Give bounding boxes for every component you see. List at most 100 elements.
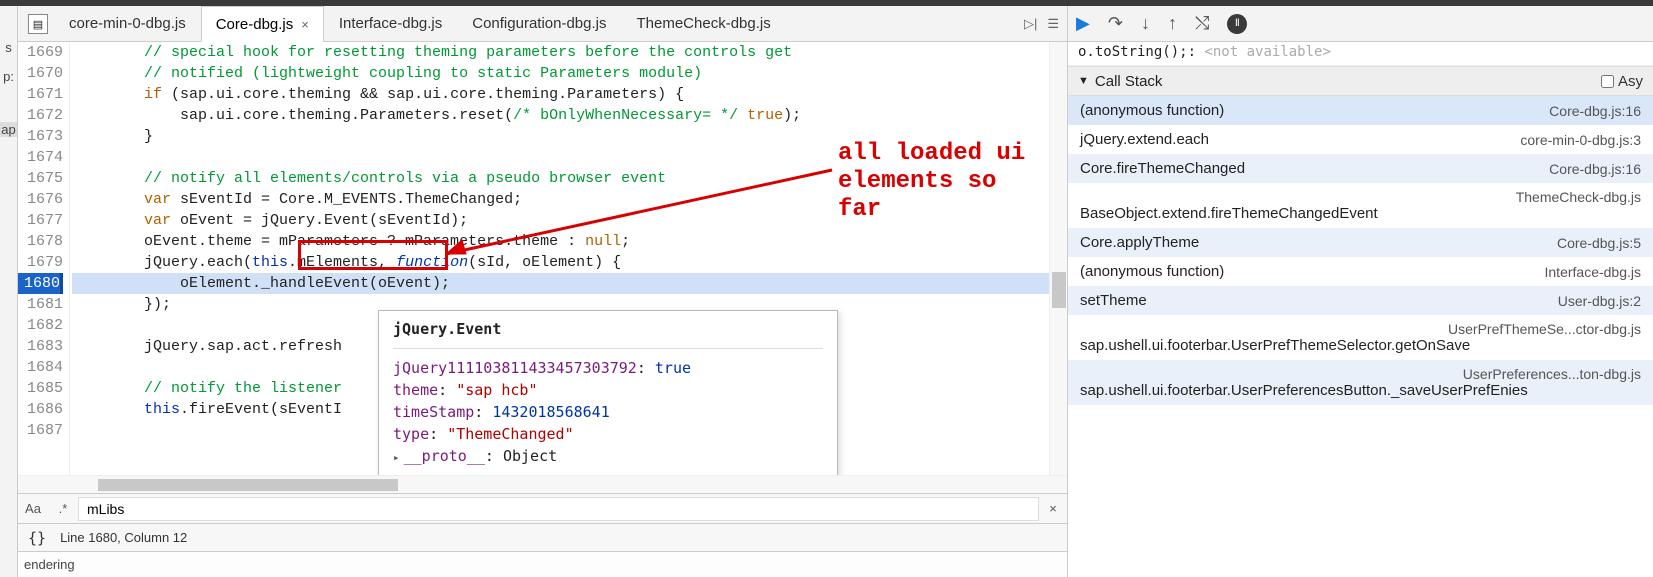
- close-search-icon[interactable]: ×: [1039, 501, 1067, 516]
- resume-icon[interactable]: ▶: [1076, 13, 1090, 34]
- search-input[interactable]: [78, 497, 1039, 521]
- pretty-print-icon[interactable]: {}: [28, 529, 46, 547]
- tooltip-more-icon[interactable]: ▸: [393, 473, 823, 475]
- sidebar-label: ap: [0, 122, 16, 137]
- search-bar: Aa .* ×: [18, 493, 1067, 523]
- collapse-icon[interactable]: ▼: [1078, 75, 1089, 87]
- horizontal-scrollbar[interactable]: [18, 475, 1067, 493]
- tooltip-value: "sap hcb": [456, 381, 537, 399]
- frame-src: UserPreferences...ton-dbg.js: [1463, 366, 1641, 382]
- tab-themecheck[interactable]: ThemeCheck-dbg.js: [622, 6, 786, 41]
- code-text: // special hook for resetting theming pa…: [72, 44, 792, 61]
- code-text: [72, 191, 144, 208]
- vertical-scrollbar[interactable]: [1049, 42, 1067, 475]
- frame-src: Core-dbg.js:16: [1549, 161, 1641, 177]
- line-number: 1683: [18, 336, 63, 357]
- line-number: 1686: [18, 399, 63, 420]
- frame-fn: setTheme: [1080, 292, 1147, 309]
- code-text-current: oElement._handleEvent(oEvent);: [72, 275, 450, 292]
- tab-doc-icon[interactable]: ▤: [28, 14, 48, 34]
- list-icon[interactable]: ☰: [1047, 16, 1059, 32]
- code-text: [72, 86, 144, 103]
- tab-interface[interactable]: Interface-dbg.js: [324, 6, 457, 41]
- scrollbar-thumb[interactable]: [98, 479, 398, 491]
- code-text: });: [72, 296, 171, 313]
- tab-core-dbg[interactable]: Core-dbg.js ×: [201, 6, 324, 42]
- stack-frame[interactable]: (anonymous function) Core-dbg.js:16: [1068, 96, 1653, 125]
- tooltip-key: timeStamp: [393, 403, 474, 421]
- stack-frame[interactable]: setTheme User-dbg.js:2: [1068, 286, 1653, 315]
- line-number: 1673: [18, 126, 63, 147]
- code-text: // notify the listener: [72, 380, 342, 397]
- step-out-icon[interactable]: ↑: [1168, 13, 1177, 34]
- line-number: 1677: [18, 210, 63, 231]
- async-checkbox[interactable]: [1601, 75, 1614, 88]
- stack-frame[interactable]: jQuery.extend.each core-min-0-dbg.js:3: [1068, 125, 1653, 154]
- code-text: sap.ui.core.theming.Parameters.reset(: [72, 107, 513, 124]
- code-text: [72, 401, 144, 418]
- case-sensitive-toggle[interactable]: Aa: [18, 501, 48, 516]
- tooltip-value: Object: [503, 447, 557, 465]
- code-text: this: [252, 254, 288, 271]
- code-text: (sap.ui.core.theming && sap.ui.core.them…: [162, 86, 684, 103]
- watch-expression[interactable]: o.toString();: <not available>: [1068, 42, 1653, 66]
- code-text: var: [144, 191, 171, 208]
- frame-src: User-dbg.js:2: [1558, 293, 1641, 309]
- frame-src: UserPrefThemeSe...ctor-dbg.js: [1448, 321, 1641, 337]
- line-number: 1672: [18, 105, 63, 126]
- code-text: oEvent = jQuery.Event(sEventId);: [171, 212, 468, 229]
- hover-tooltip: jQuery.Event jQuery111103811433457303792…: [378, 310, 838, 475]
- debugger-toolbar: ▶ ↷ ↓ ↑ ⤭ Ⅱ: [1068, 6, 1653, 42]
- code-text: }: [72, 128, 153, 145]
- close-tab-icon[interactable]: ×: [301, 17, 309, 32]
- frame-src: Core-dbg.js:16: [1549, 103, 1641, 119]
- code-text: [738, 107, 747, 124]
- tab-label: Configuration-dbg.js: [472, 15, 606, 32]
- callstack-list: (anonymous function) Core-dbg.js:16 jQue…: [1068, 96, 1653, 405]
- sidebar-label: s: [5, 40, 12, 55]
- async-label: Asy: [1618, 73, 1643, 90]
- stack-frame[interactable]: UserPreferences...ton-dbg.js sap.ushell.…: [1068, 360, 1653, 405]
- deactivate-breakpoints-icon[interactable]: ⤭: [1195, 13, 1209, 34]
- regex-toggle[interactable]: .*: [48, 501, 78, 516]
- line-number: 1675: [18, 168, 63, 189]
- tab-core-min[interactable]: core-min-0-dbg.js: [54, 6, 201, 41]
- console-tab-strip[interactable]: endering: [18, 551, 1067, 577]
- line-number: 1679: [18, 252, 63, 273]
- skip-end-icon[interactable]: ▷|: [1024, 16, 1037, 32]
- stack-frame[interactable]: UserPrefThemeSe...ctor-dbg.js sap.ushell…: [1068, 315, 1653, 360]
- code-text: if: [144, 86, 162, 103]
- code-text: this: [144, 401, 180, 418]
- code-text: .fireEvent(sEventI: [180, 401, 342, 418]
- stack-frame[interactable]: Core.applyTheme Core-dbg.js:5: [1068, 228, 1653, 257]
- code-text: true: [747, 107, 783, 124]
- line-number: 1682: [18, 315, 63, 336]
- frame-fn: sap.ushell.ui.footerbar.UserPreferencesB…: [1080, 382, 1528, 399]
- frame-fn: jQuery.extend.each: [1080, 131, 1209, 148]
- code-text: var: [144, 212, 171, 229]
- annotation-text: all loaded ui elements so far: [838, 140, 1025, 224]
- panel-label: endering: [24, 557, 75, 572]
- scrollbar-thumb[interactable]: [1052, 272, 1066, 308]
- debugger-panel: ▶ ↷ ↓ ↑ ⤭ Ⅱ o.toString();: <not availabl…: [1068, 6, 1653, 577]
- tooltip-title: jQuery.Event: [393, 319, 823, 349]
- left-sidebar: s p: ap: [0, 6, 18, 577]
- tab-configuration[interactable]: Configuration-dbg.js: [457, 6, 621, 41]
- step-into-icon[interactable]: ↓: [1141, 13, 1150, 34]
- section-title: Call Stack: [1095, 73, 1163, 90]
- stack-frame[interactable]: (anonymous function) Interface-dbg.js: [1068, 257, 1653, 286]
- line-number: 1685: [18, 378, 63, 399]
- stack-frame[interactable]: ThemeCheck-dbg.js BaseObject.extend.fire…: [1068, 183, 1653, 228]
- frame-fn: (anonymous function): [1080, 102, 1224, 119]
- callstack-header[interactable]: ▼ Call Stack Asy: [1068, 66, 1653, 96]
- expand-icon[interactable]: ▸: [393, 451, 400, 464]
- code-editor[interactable]: 1669 1670 1671 1672 1673 1674 1675 1676 …: [18, 42, 1067, 475]
- tooltip-key: type: [393, 425, 429, 443]
- code-text: [72, 212, 144, 229]
- pause-exceptions-icon[interactable]: Ⅱ: [1227, 14, 1247, 34]
- code-text: jQuery.sap.act.refresh: [72, 338, 342, 355]
- step-over-icon[interactable]: ↷: [1108, 13, 1123, 34]
- line-number: 1687: [18, 420, 63, 441]
- code-text: );: [783, 107, 801, 124]
- stack-frame[interactable]: Core.fireThemeChanged Core-dbg.js:16: [1068, 154, 1653, 183]
